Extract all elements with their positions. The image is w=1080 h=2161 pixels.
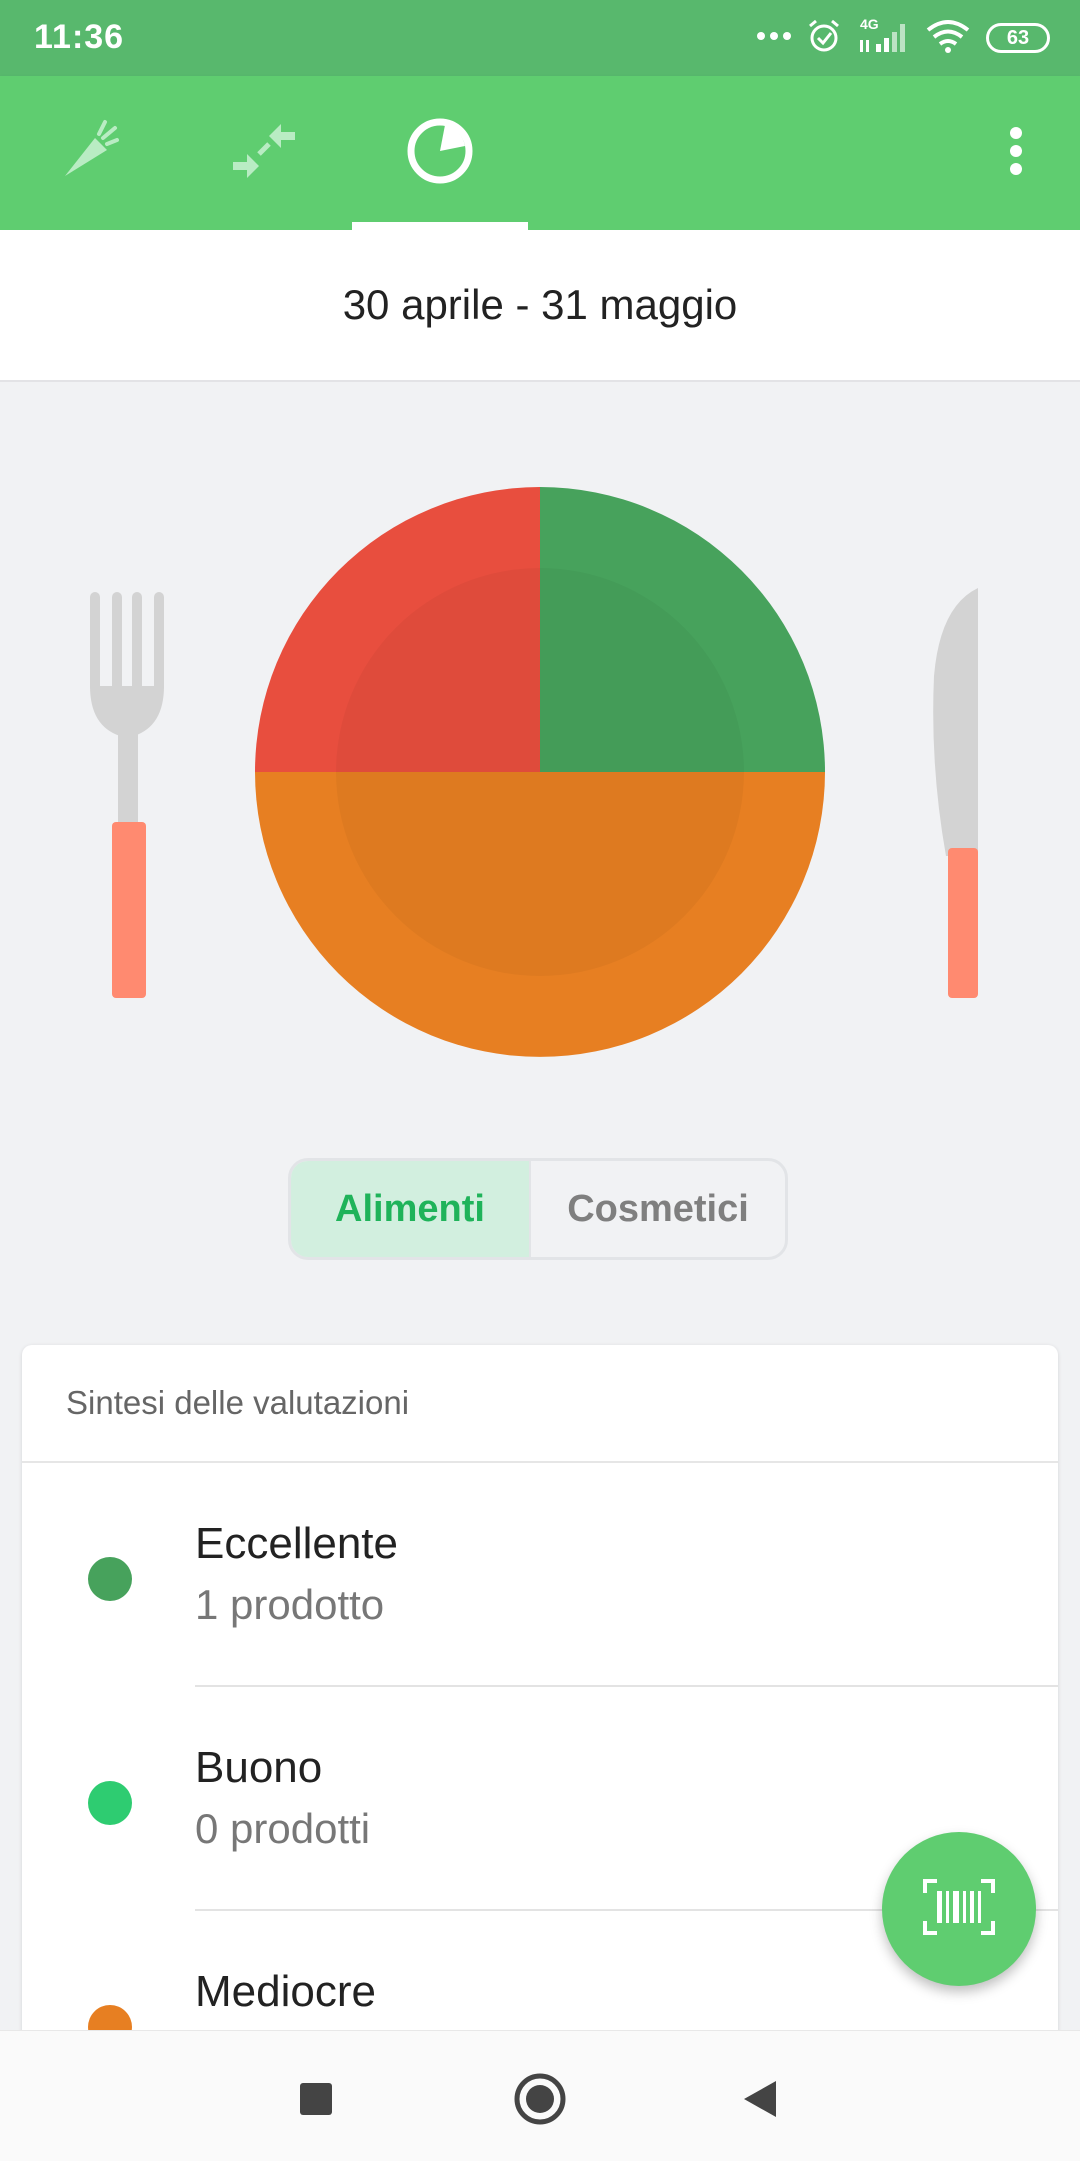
barcode-scan-icon [923,1878,995,1940]
app-toolbar [0,76,1080,230]
date-range-label: 30 aprile - 31 maggio [342,281,738,328]
more-dots-icon [756,29,792,47]
fork-icon [84,586,174,1011]
toggle-cosmetici[interactable]: Cosmetici [529,1161,785,1257]
tab-history[interactable] [0,76,176,230]
alarm-icon [806,18,842,59]
recents-square-icon [298,2081,334,2122]
back-triangle-icon [742,2079,778,2124]
status-icons: 4G 63 [756,14,1050,62]
toggle-alimenti[interactable]: Alimenti [291,1161,529,1257]
system-nav-bar [0,2030,1080,2161]
plate-pie-chart [255,487,825,1057]
tab-indicator [352,222,528,230]
overflow-menu-button[interactable] [966,103,1066,203]
tab-statistics[interactable] [352,76,528,230]
home-circle-icon [513,2072,567,2131]
rating-dot [88,1781,132,1825]
signal-icon: 4G [856,16,910,58]
carrot-icon [53,116,123,191]
pie-chart-icon [405,116,475,191]
date-range-header[interactable]: 30 aprile - 31 maggio [0,230,1080,382]
rating-dot [88,1557,132,1601]
plate-inner-rim [336,568,744,976]
recents-button[interactable] [266,2051,366,2151]
home-button[interactable] [490,2051,590,2151]
knife-icon [930,586,980,1011]
rating-name: Eccellente [195,1519,399,1568]
card-title: Sintesi delle valutazioni [22,1345,1058,1463]
rating-name: Buono [195,1743,323,1792]
category-toggle: Alimenti Cosmetici [288,1158,788,1260]
scan-barcode-button[interactable] [882,1832,1036,1986]
rating-count: 1 prodotto [195,1581,385,1628]
back-button[interactable] [710,2051,810,2151]
status-bar: 11:36 4G 63 [0,0,1080,76]
rating-name: Mediocre [195,1967,376,2016]
plate-chart-area [0,382,1080,1082]
status-time: 11:36 [34,18,125,56]
compare-arrows-icon [229,116,299,191]
rating-row-eccellente[interactable]: Eccellente 1 prodotto [22,1463,1058,1687]
battery-icon: 63 [986,23,1050,53]
overflow-menu-icon [1009,126,1023,181]
tab-compare[interactable] [176,76,352,230]
wifi-icon [924,18,972,59]
rating-count: 0 prodotti [195,1805,371,1852]
